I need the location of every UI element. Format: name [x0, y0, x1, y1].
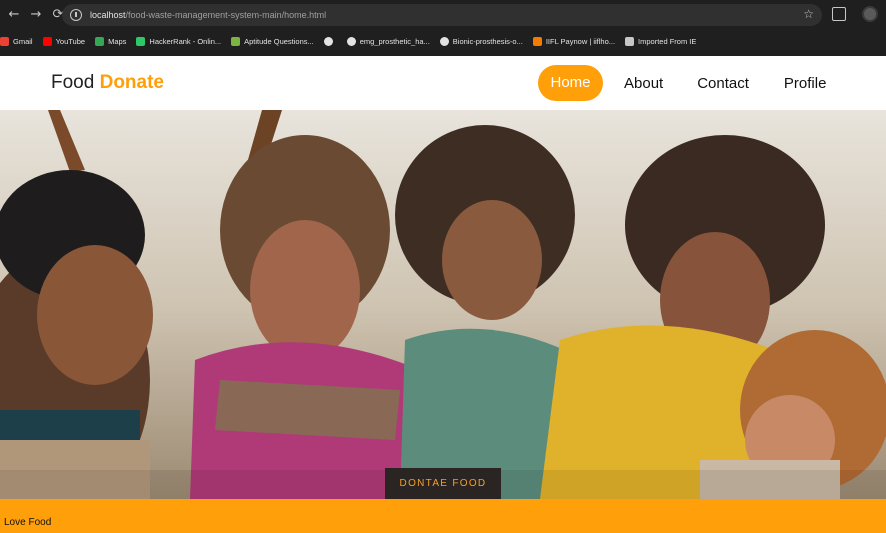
maps-icon: [95, 36, 105, 46]
forward-arrow-icon[interactable]: →: [28, 7, 44, 23]
bookmark-label: Maps: [108, 36, 127, 46]
bookmark-item[interactable]: emg_prosthetic_ha...: [346, 36, 430, 46]
bookmark-item[interactable]: Bionic-prosthesis-o...: [439, 36, 523, 46]
footer-text: Love Food: [4, 517, 52, 528]
url-host: localhost: [90, 10, 126, 20]
bookmark-item[interactable]: HackerRank - Onlin...: [136, 36, 222, 46]
site-logo[interactable]: Food Donate: [51, 72, 164, 94]
bookmark-label: Bionic-prosthesis-o...: [452, 36, 523, 46]
bookmark-label: HackerRank - Onlin...: [149, 36, 222, 46]
bookmark-star-icon[interactable]: ☆: [803, 7, 814, 21]
browser-profile-avatar[interactable]: [862, 6, 878, 22]
hackerrank-icon: [136, 36, 146, 46]
site-info-icon[interactable]: [70, 9, 82, 21]
browser-toolbar: ← → ⟳ localhost/food-waste-management-sy…: [0, 0, 886, 30]
nav-profile[interactable]: Profile: [784, 75, 827, 92]
gmail-icon: [0, 36, 9, 46]
back-arrow-icon[interactable]: ←: [6, 7, 22, 23]
url-text: localhost/food-waste-management-system-m…: [90, 10, 326, 20]
hero-section: DONTAE FOOD: [0, 110, 886, 499]
footer-bar: Love Food: [0, 499, 886, 533]
bookmark-label: Gmail: [13, 36, 33, 46]
nav-home[interactable]: Home: [538, 65, 603, 101]
bookmark-label: Aptitude Questions...: [244, 36, 314, 46]
url-path: /food-waste-management-system-main/home.…: [125, 10, 327, 20]
bookmark-label: Imported From IE: [638, 36, 697, 46]
bookmark-label: IIFL Paynow | iiflho...: [545, 36, 616, 46]
bookmarks-bar: Gmail YouTube Maps HackerRank - Onlin... Apt…: [0, 30, 886, 52]
youtube-icon: [42, 36, 52, 46]
hero-image: [0, 110, 886, 499]
logo-accent-text: Donate: [99, 72, 164, 93]
extensions-icon[interactable]: [832, 7, 846, 21]
bookmark-item[interactable]: IIFL Paynow | iiflho...: [532, 36, 616, 46]
bookmark-label: YouTube: [55, 36, 86, 46]
bookmark-item[interactable]: Gmail: [0, 36, 33, 46]
address-bar[interactable]: localhost/food-waste-management-system-m…: [62, 4, 822, 26]
nav-contact[interactable]: Contact: [697, 75, 749, 92]
bookmark-item[interactable]: Aptitude Questions...: [231, 36, 314, 46]
page: Food Donate Home About Contact Profile D…: [0, 56, 886, 533]
logo-main-text: Food: [51, 72, 95, 93]
browser-chrome: ← → ⟳ localhost/food-waste-management-sy…: [0, 0, 886, 56]
donate-food-button[interactable]: DONTAE FOOD: [385, 468, 501, 499]
site-header: Food Donate Home About Contact Profile: [0, 56, 886, 110]
github-icon: [439, 36, 449, 46]
folder-icon: [625, 36, 635, 46]
main-nav: Home About Contact Profile: [538, 65, 826, 101]
bookmark-item[interactable]: Maps: [95, 36, 127, 46]
bookmark-item[interactable]: Imported From IE: [625, 36, 697, 46]
aptitude-icon: [231, 36, 241, 46]
bookmark-item[interactable]: [323, 36, 337, 46]
iifl-icon: [532, 36, 542, 46]
globe-icon: [323, 36, 333, 46]
bookmark-label: emg_prosthetic_ha...: [359, 36, 430, 46]
bookmark-item[interactable]: YouTube: [42, 36, 86, 46]
github-icon: [346, 36, 356, 46]
nav-about[interactable]: About: [624, 75, 663, 92]
